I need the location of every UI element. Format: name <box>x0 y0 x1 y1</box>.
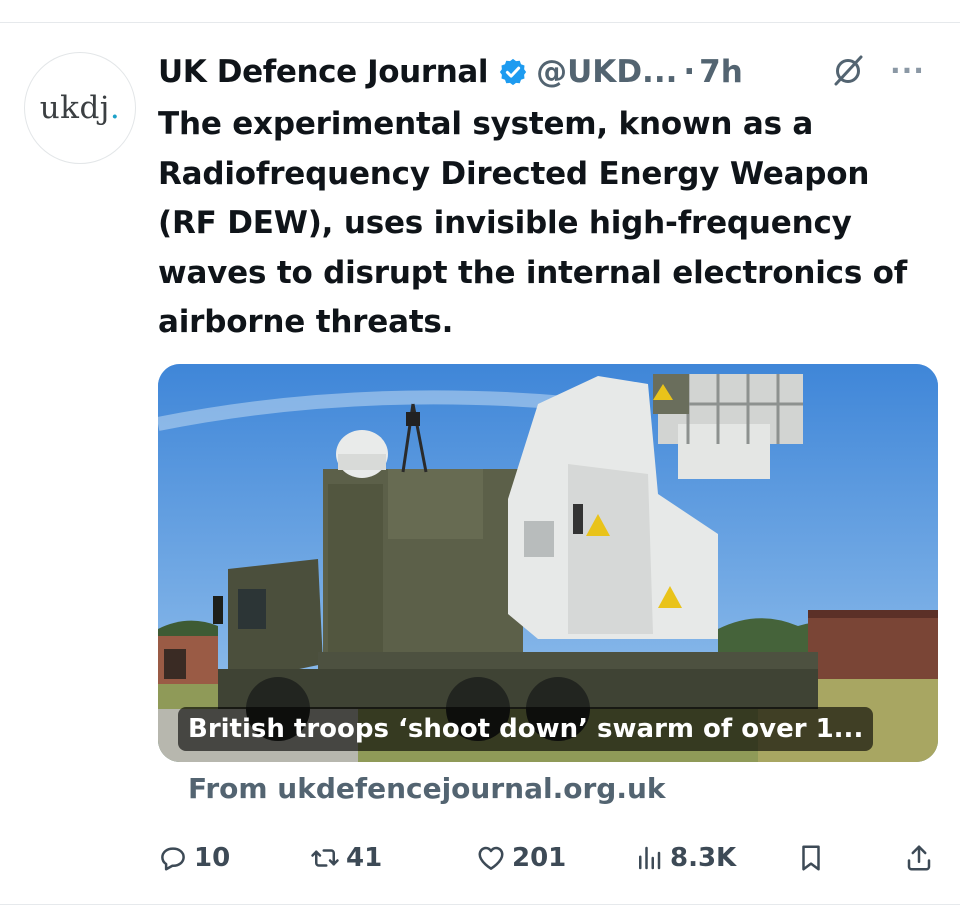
author-name[interactable]: UK Defence Journal <box>158 54 489 90</box>
like-count: 201 <box>512 843 567 873</box>
like-button[interactable]: 201 <box>476 838 566 878</box>
post-header: UK Defence Journal @UKD... · 7h ··· <box>158 50 938 94</box>
link-card-image[interactable]: British troops ‘shoot down’ swarm of ove… <box>158 364 938 762</box>
bookmark-button[interactable] <box>796 838 826 878</box>
reply-count: 10 <box>194 843 231 873</box>
repost-button[interactable]: 41 <box>310 838 382 878</box>
views-count: 8.3K <box>670 843 737 873</box>
verified-badge-icon <box>500 58 527 86</box>
post-time[interactable]: 7h <box>699 54 743 90</box>
top-divider <box>0 22 960 23</box>
share-icon <box>907 845 931 871</box>
post-text: The experimental system, known as a Radi… <box>158 106 908 340</box>
avatar-logo: ukdj. <box>39 90 121 126</box>
repost-icon <box>311 849 339 867</box>
views-icon <box>639 846 661 870</box>
like-icon <box>478 846 504 870</box>
link-card-source[interactable]: From ukdefencejournal.org.uk <box>188 772 666 805</box>
vehicle-photo <box>158 364 938 762</box>
bookmark-icon <box>802 845 820 871</box>
reply-icon <box>161 847 185 871</box>
grok-icon[interactable] <box>830 52 866 88</box>
reply-button[interactable]: 10 <box>158 838 230 878</box>
repost-count: 41 <box>346 843 383 873</box>
share-button[interactable] <box>904 838 934 878</box>
bottom-divider <box>0 904 960 905</box>
action-bar: 10 41 201 8.3K <box>158 838 938 878</box>
views-button[interactable]: 8.3K <box>634 838 736 878</box>
link-card-headline[interactable]: British troops ‘shoot down’ swarm of ove… <box>178 707 874 751</box>
avatar[interactable]: ukdj. <box>24 52 136 164</box>
author-handle[interactable]: @UKD... <box>536 54 677 90</box>
more-icon[interactable]: ··· <box>890 54 925 87</box>
header-separator: · <box>683 54 696 90</box>
